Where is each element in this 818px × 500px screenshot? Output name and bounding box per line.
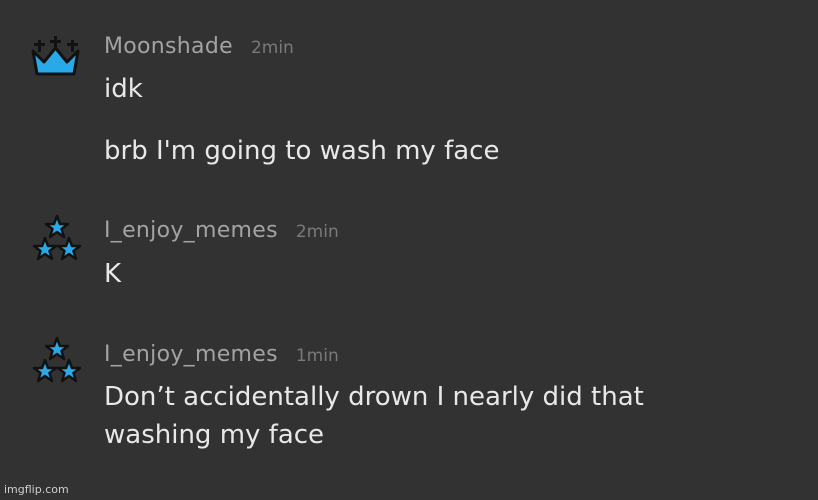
crown-icon[interactable]	[28, 34, 84, 84]
username[interactable]: Moonshade	[104, 34, 233, 59]
message-text: Don’t accidentally drown I nearly did th…	[104, 382, 644, 450]
message-text: brb I'm going to wash my face	[104, 136, 500, 166]
watermark: imgflip.com	[4, 483, 69, 496]
three-stars-icon[interactable]	[28, 214, 84, 264]
three-stars-icon[interactable]	[28, 336, 84, 386]
message-text: K	[104, 259, 122, 289]
username[interactable]: I_enjoy_memes	[104, 342, 278, 367]
chat-feed: Moonshade 2min idk brb I'm going to wash …	[0, 0, 818, 500]
timestamp: 2min	[250, 38, 294, 58]
timestamp: 1min	[295, 346, 339, 366]
timestamp: 2min	[295, 222, 339, 242]
username[interactable]: I_enjoy_memes	[104, 218, 278, 243]
message-text: idk	[104, 74, 143, 104]
